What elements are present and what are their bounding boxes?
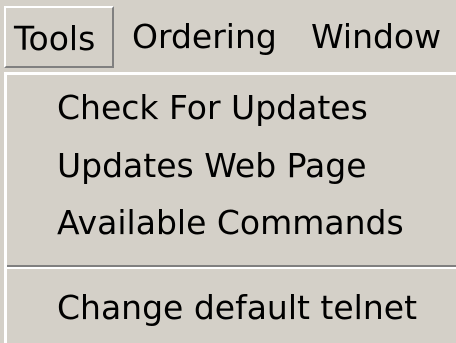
menu-item-available-commands[interactable]: Available Commands	[57, 198, 404, 248]
menu-tools[interactable]: Tools	[4, 6, 114, 68]
menu-window[interactable]: Window	[311, 6, 441, 68]
menu-item-updates-web-page[interactable]: Updates Web Page	[57, 141, 367, 191]
menu-item-check-for-updates[interactable]: Check For Updates	[57, 83, 368, 133]
menu-separator	[7, 265, 456, 269]
menu-ordering[interactable]: Ordering	[132, 6, 277, 68]
tools-dropdown-menu: Check For Updates Updates Web Page Avail…	[4, 72, 456, 343]
menu-item-change-default-telnet[interactable]: Change default telnet	[57, 283, 417, 333]
menu-bar: Tools Ordering Window	[0, 0, 456, 76]
